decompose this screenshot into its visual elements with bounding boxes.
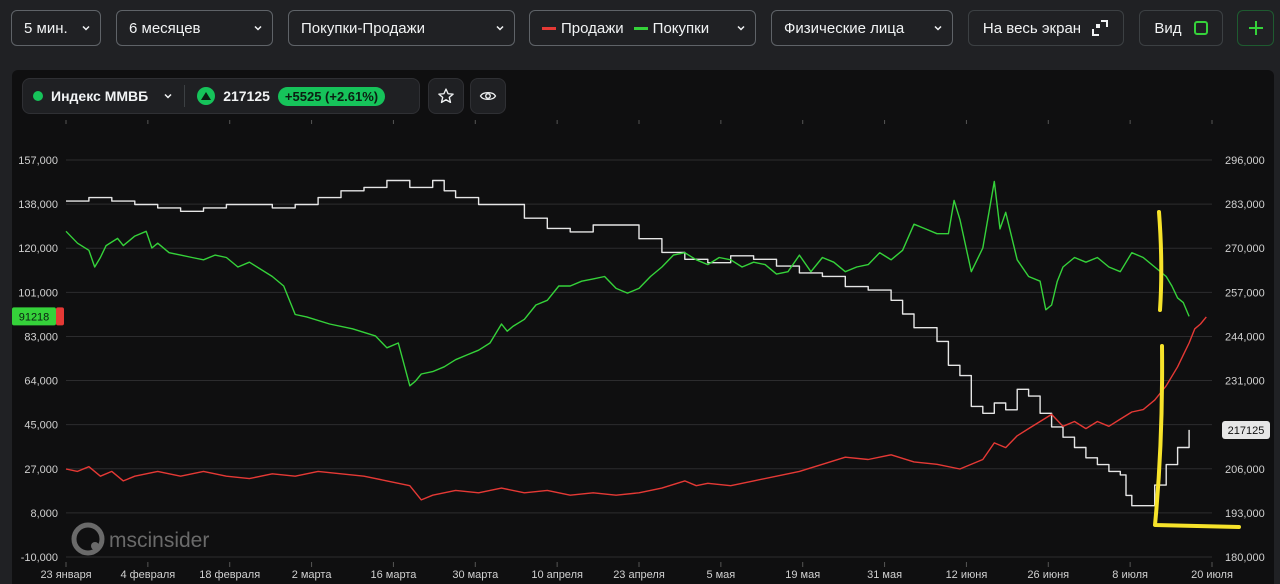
x-tick-label: 23 января	[40, 569, 91, 581]
mode-label: Покупки-Продажи	[301, 19, 426, 37]
x-tick-label: 18 февраля	[199, 569, 260, 581]
x-tick-label: 23 апреля	[613, 569, 665, 581]
chevron-down-icon	[254, 25, 262, 31]
y-left-tick-label: 45,000	[24, 420, 58, 432]
legend-label: Продажи	[561, 19, 624, 37]
y-left-tick-label: -10,000	[21, 552, 58, 564]
view-button[interactable]: Вид	[1139, 10, 1223, 46]
y-right-tick-label: 231,000	[1225, 376, 1265, 388]
x-tick-label: 2 марта	[292, 569, 333, 581]
y-left-tick-label: 157,000	[18, 155, 58, 167]
participants-dropdown[interactable]: Физические лица	[771, 10, 953, 46]
purchases-swatch	[633, 26, 648, 30]
fullscreen-button[interactable]: На весь экран	[968, 10, 1124, 46]
x-tick-label: 10 апреля	[531, 569, 583, 581]
last-value-left-label: 91218	[19, 311, 50, 323]
sales-swatch	[542, 26, 556, 30]
y-right-tick-label: 206,000	[1225, 464, 1265, 476]
x-tick-label: 19 мая	[785, 569, 820, 581]
y-right-tick-label: 270,000	[1225, 243, 1265, 255]
fullscreen-icon	[1092, 20, 1109, 36]
chevron-down-icon	[496, 25, 504, 31]
toolbar: 5 мин. 6 месяцев Покупки-Продажи Продажи…	[0, 0, 1280, 58]
fullscreen-label: На весь экран	[982, 19, 1082, 37]
series-line-sales	[65, 316, 1207, 501]
y-right-tick-label: 283,000	[1225, 199, 1265, 211]
chart-canvas: mscinsider 157,000 296,000 138,000 283,000 1…	[12, 120, 1270, 581]
interval-label: 5 мин.	[24, 19, 68, 37]
y-right-tick-label: 257,000	[1225, 287, 1265, 299]
chart-panel: Индекс ММВБ 217125 +5525 (+2.61%) mscins…	[12, 70, 1274, 584]
x-tick-label: 20 июля	[1191, 569, 1233, 581]
y-left-tick-label: 101,000	[18, 287, 58, 299]
x-tick-label: 16 марта	[370, 569, 417, 581]
highlight-annotations	[1153, 210, 1241, 529]
legend-item-sales: Продажи	[542, 20, 624, 37]
legend-item-purchases: Покупки	[633, 19, 710, 37]
watermark: mscinsider	[71, 522, 209, 556]
series-line-index	[66, 179, 1190, 507]
last-value-right-label: 217125	[1228, 425, 1265, 437]
participants-label: Физические лица	[784, 19, 905, 37]
x-tick-label: 31 мая	[867, 569, 902, 581]
chevron-down-icon	[737, 25, 745, 31]
x-tick-label: 30 марта	[452, 569, 499, 581]
legend-label: Покупки	[652, 19, 710, 37]
watermark-text: mscinsider	[109, 529, 209, 552]
x-tick-label: 26 июня	[1027, 569, 1069, 581]
x-tick-label: 5 мая	[706, 569, 735, 581]
y-right-tick-label: 244,000	[1225, 331, 1265, 343]
add-button[interactable]	[1237, 10, 1274, 46]
plus-icon	[1248, 21, 1263, 35]
chevron-down-icon	[934, 25, 942, 31]
y-right-tick-label: 193,000	[1225, 508, 1265, 520]
y-left-tick-label: 83,000	[24, 331, 58, 343]
y-left-tick-label: 8,000	[30, 508, 58, 520]
mode-dropdown[interactable]: Покупки-Продажи	[288, 10, 515, 46]
series-legend-dropdown[interactable]: Продажи Покупки	[529, 10, 756, 46]
last-value-left-marker	[56, 307, 64, 326]
series-line-purchases	[65, 180, 1190, 387]
y-left-tick-label: 64,000	[24, 376, 58, 388]
y-right-tick-label: 180,000	[1225, 552, 1265, 564]
x-tick-label: 4 февраля	[120, 569, 175, 581]
y-left-tick-label: 120,000	[18, 243, 58, 255]
x-tick-label: 8 июля	[1112, 569, 1148, 581]
y-left-tick-label: 138,000	[18, 199, 58, 211]
x-tick-label: 12 июня	[946, 569, 988, 581]
view-label: Вид	[1154, 19, 1182, 37]
y-left-tick-label: 27,000	[24, 464, 58, 476]
period-dropdown[interactable]: 6 месяцев	[116, 10, 273, 46]
checkbox-icon	[1193, 21, 1208, 35]
y-right-tick-label: 296,000	[1225, 155, 1265, 167]
interval-dropdown[interactable]: 5 мин.	[11, 10, 101, 46]
period-label: 6 месяцев	[129, 19, 201, 37]
chevron-down-icon	[82, 25, 90, 31]
